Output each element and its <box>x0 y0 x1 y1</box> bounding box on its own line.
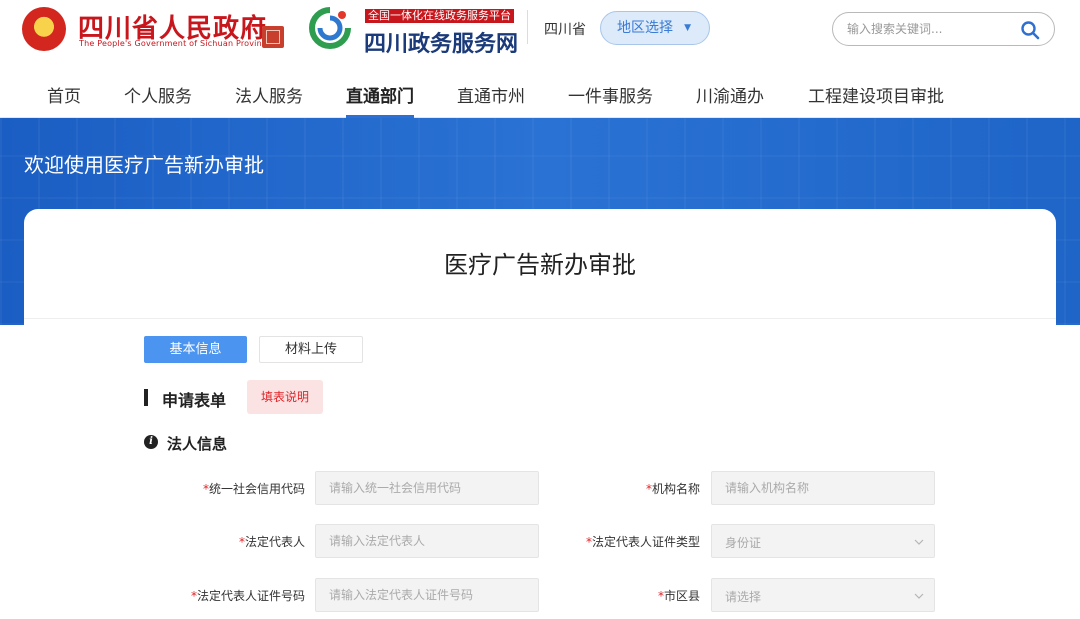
nav-item-corporate[interactable]: 法人服务 <box>235 82 303 107</box>
main-nav: 首页 个人服务 法人服务 直通部门 直通市州 一件事服务 川渝通办 工程建设项目… <box>0 64 1080 118</box>
section-title: 申请表单 <box>162 391 227 410</box>
national-emblem-icon <box>22 7 66 51</box>
section-bar <box>144 389 148 406</box>
caret-down-icon: ▼ <box>684 23 691 33</box>
search-box[interactable] <box>832 12 1055 46</box>
tab-material-upload[interactable]: 材料上传 <box>259 336 363 363</box>
nav-item-one-thing[interactable]: 一件事服务 <box>568 82 653 107</box>
id-type-value: 身份证 <box>725 536 762 550</box>
nav-item-construction[interactable]: 工程建设项目审批 <box>808 82 944 107</box>
region-select-button[interactable]: 地区选择 ▼ <box>600 11 710 45</box>
org-name-input[interactable] <box>725 480 915 496</box>
legal-rep-label: *法定代表人 <box>238 535 305 549</box>
seal-icon <box>262 26 284 48</box>
district-label: *市区县 <box>657 589 700 603</box>
form-card: 医疗广告新办审批 基本信息 材料上传 申请表单 填表说明 i 法人信息 *统一社… <box>24 209 1056 619</box>
org-name-field[interactable] <box>711 471 935 505</box>
id-type-select[interactable]: 身份证 <box>711 524 935 558</box>
district-value: 请选择 <box>725 590 762 604</box>
region-select-label: 地区选择 <box>617 20 673 36</box>
search-icon[interactable] <box>1020 20 1040 40</box>
header-divider <box>527 10 528 44</box>
id-type-label: *法定代表人证件类型 <box>585 535 700 549</box>
nav-item-home[interactable]: 首页 <box>47 82 81 107</box>
service-logo-icon <box>309 7 351 49</box>
gov-subtitle: The People's Government of Sichuan Provi… <box>79 39 272 48</box>
id-number-input[interactable] <box>329 587 519 603</box>
tab-basic-info[interactable]: 基本信息 <box>144 336 247 363</box>
district-select[interactable]: 请选择 <box>711 578 935 612</box>
credit-code-label: *统一社会信用代码 <box>202 482 305 496</box>
chevron-down-icon <box>914 593 924 599</box>
subsection-title: 法人信息 <box>167 435 228 453</box>
fill-instructions-button[interactable]: 填表说明 <box>247 380 323 414</box>
legal-rep-input[interactable] <box>329 533 519 549</box>
chevron-down-icon <box>914 539 924 545</box>
current-province: 四川省 <box>544 22 586 38</box>
nav-item-chuanyu[interactable]: 川渝通办 <box>696 82 764 107</box>
site-header: 四川省人民政府 The People's Government of Sichu… <box>0 0 1080 64</box>
nav-item-cities[interactable]: 直通市州 <box>457 82 525 107</box>
search-input[interactable] <box>847 19 1017 39</box>
page-title: 医疗广告新办审批 <box>444 251 636 279</box>
credit-code-input[interactable] <box>329 480 519 496</box>
nav-item-departments[interactable]: 直通部门 <box>346 82 414 107</box>
org-name-label: *机构名称 <box>645 482 700 496</box>
service-name[interactable]: 四川政务服务网 <box>364 26 518 58</box>
banner-title: 欢迎使用医疗广告新办审批 <box>24 153 264 177</box>
card-header: 医疗广告新办审批 <box>24 209 1056 319</box>
service-tagline: 全国一体化在线政务服务平台 <box>365 9 514 23</box>
nav-item-personal[interactable]: 个人服务 <box>124 82 192 107</box>
info-icon: i <box>144 435 158 449</box>
id-number-label: *法定代表人证件号码 <box>190 589 305 603</box>
